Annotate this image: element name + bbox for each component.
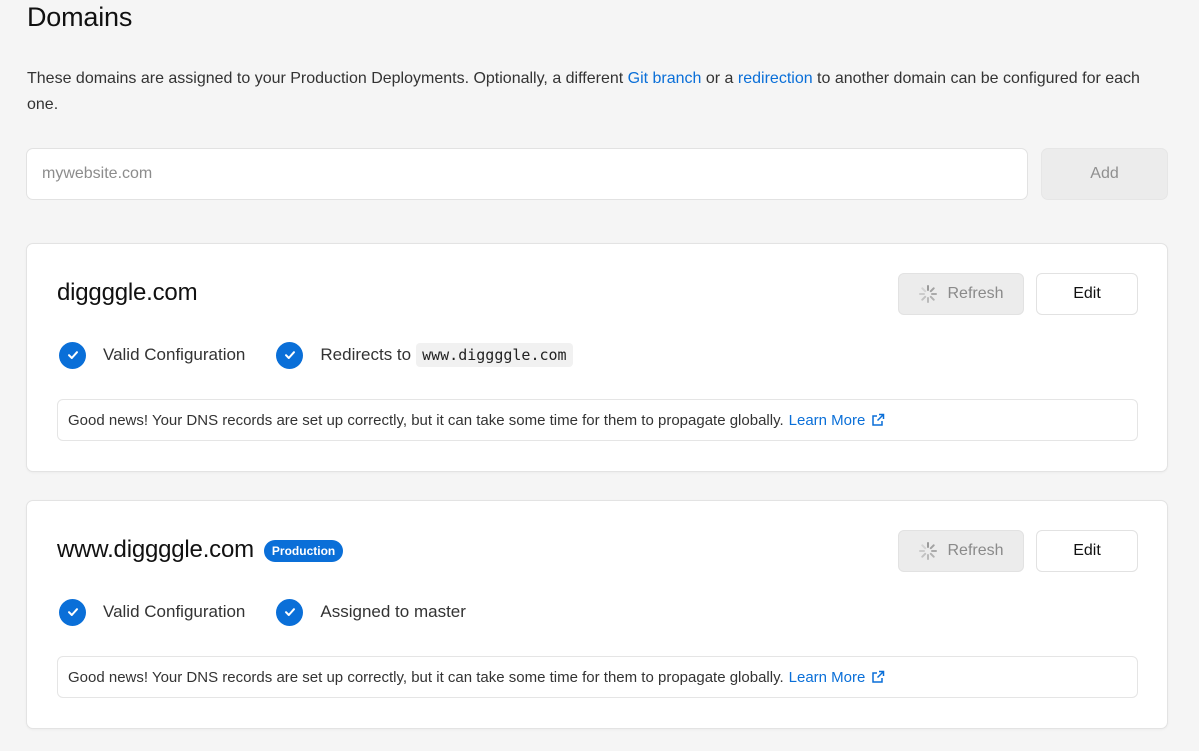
learn-more-link[interactable]: Learn More: [789, 669, 886, 686]
add-button[interactable]: Add: [1041, 148, 1168, 200]
domain-card-header: www.diggggle.com Production: [57, 532, 344, 568]
domain-card: diggggle.com Refresh Edit Valid Configur…: [26, 243, 1168, 472]
domain-input[interactable]: [26, 148, 1028, 200]
external-link-icon: [872, 413, 885, 426]
dns-note-text: Good news! Your DNS records are set up c…: [68, 668, 784, 686]
dns-note: Good news! Your DNS records are set up c…: [57, 399, 1138, 441]
status-row: Valid Configuration Redirects to www.dig…: [59, 341, 604, 369]
check-circle-icon: [276, 598, 304, 626]
status-text: Redirects to: [320, 345, 412, 364]
valid-configuration-status: Valid Configuration: [59, 341, 246, 369]
assigned-branch-status: Assigned to master: [276, 598, 466, 626]
learn-more-label: Learn More: [788, 411, 866, 429]
domain-name[interactable]: diggggle.com: [57, 279, 198, 307]
external-link-icon: [872, 670, 885, 683]
edit-button[interactable]: Edit: [1036, 273, 1138, 315]
domain-card-header: diggggle.com: [57, 275, 198, 311]
refresh-button[interactable]: Refresh: [898, 273, 1024, 315]
status-text: Assigned to master: [320, 602, 466, 621]
git-branch-link[interactable]: Git branch: [628, 70, 702, 87]
dns-note: Good news! Your DNS records are set up c…: [57, 656, 1138, 698]
spinner-icon: [919, 285, 938, 303]
learn-more-label: Learn More: [788, 668, 866, 686]
add-domain-form: Add: [26, 148, 1168, 200]
learn-more-link[interactable]: Learn More: [789, 412, 886, 429]
intro-text: These domains are assigned to your Produ…: [27, 66, 1167, 118]
status-text: Valid Configuration: [103, 602, 246, 621]
domain-name[interactable]: www.diggggle.com: [57, 536, 254, 564]
spinner-icon: [919, 542, 938, 560]
refresh-label: Refresh: [947, 285, 1004, 302]
production-badge: Production: [263, 540, 344, 562]
page-title: Domains: [27, 2, 133, 32]
redirection-link[interactable]: redirection: [738, 70, 813, 87]
status-row: Valid Configuration Assigned to master: [59, 598, 497, 626]
dns-note-text: Good news! Your DNS records are set up c…: [68, 411, 784, 429]
intro-middle: or a: [701, 70, 738, 87]
domains-page: Domains These domains are assigned to yo…: [0, 0, 1199, 751]
check-circle-icon: [276, 341, 304, 369]
valid-configuration-status: Valid Configuration: [59, 598, 246, 626]
refresh-label: Refresh: [947, 542, 1004, 559]
status-text: Valid Configuration: [103, 345, 246, 364]
refresh-button[interactable]: Refresh: [898, 530, 1024, 572]
redirect-target-code: www.diggggle.com: [416, 343, 573, 367]
domain-card: www.diggggle.com Production Refresh Edit: [26, 500, 1168, 729]
redirect-status: Redirects to www.diggggle.com: [276, 341, 573, 369]
edit-button[interactable]: Edit: [1036, 530, 1138, 572]
check-circle-icon: [59, 341, 86, 369]
intro-prefix: These domains are assigned to your Produ…: [27, 70, 628, 87]
check-circle-icon: [59, 598, 86, 626]
